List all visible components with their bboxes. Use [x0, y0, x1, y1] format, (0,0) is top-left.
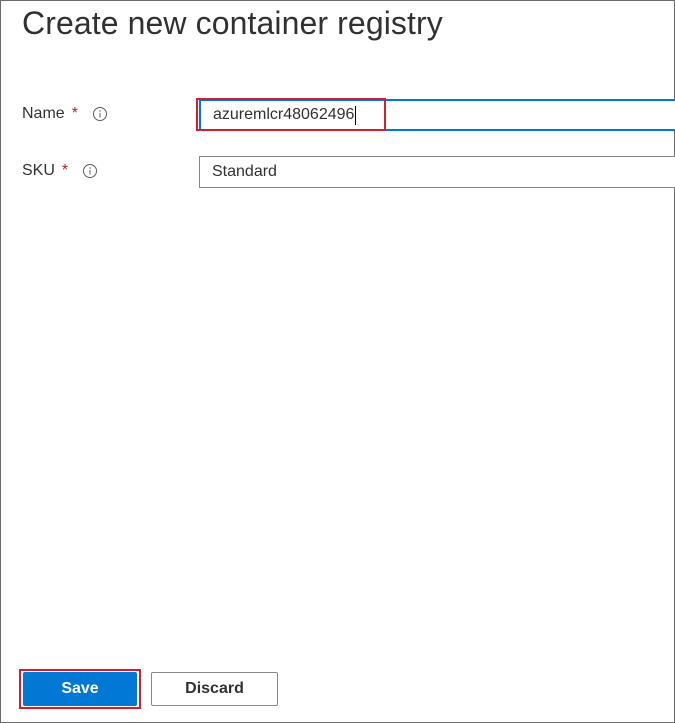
- info-icon[interactable]: [92, 106, 108, 122]
- name-input[interactable]: azuremlcr48062496: [199, 99, 675, 131]
- sku-selected-value: Standard: [212, 163, 277, 180]
- sku-label-text: SKU: [22, 162, 55, 179]
- discard-button[interactable]: Discard: [151, 672, 278, 706]
- name-required-marker: *: [71, 105, 78, 122]
- page-title: Create new container registry: [22, 5, 443, 41]
- text-caret: [355, 105, 357, 125]
- save-button[interactable]: Save: [23, 672, 137, 706]
- info-icon[interactable]: [82, 163, 98, 179]
- name-field-label: Name *: [22, 105, 108, 123]
- sku-required-marker: *: [61, 162, 69, 179]
- sku-dropdown[interactable]: Standard: [199, 156, 675, 188]
- name-label-text: Name: [22, 105, 65, 122]
- name-input-value: azuremlcr48062496: [213, 106, 355, 123]
- sku-field-label: SKU *: [22, 162, 98, 180]
